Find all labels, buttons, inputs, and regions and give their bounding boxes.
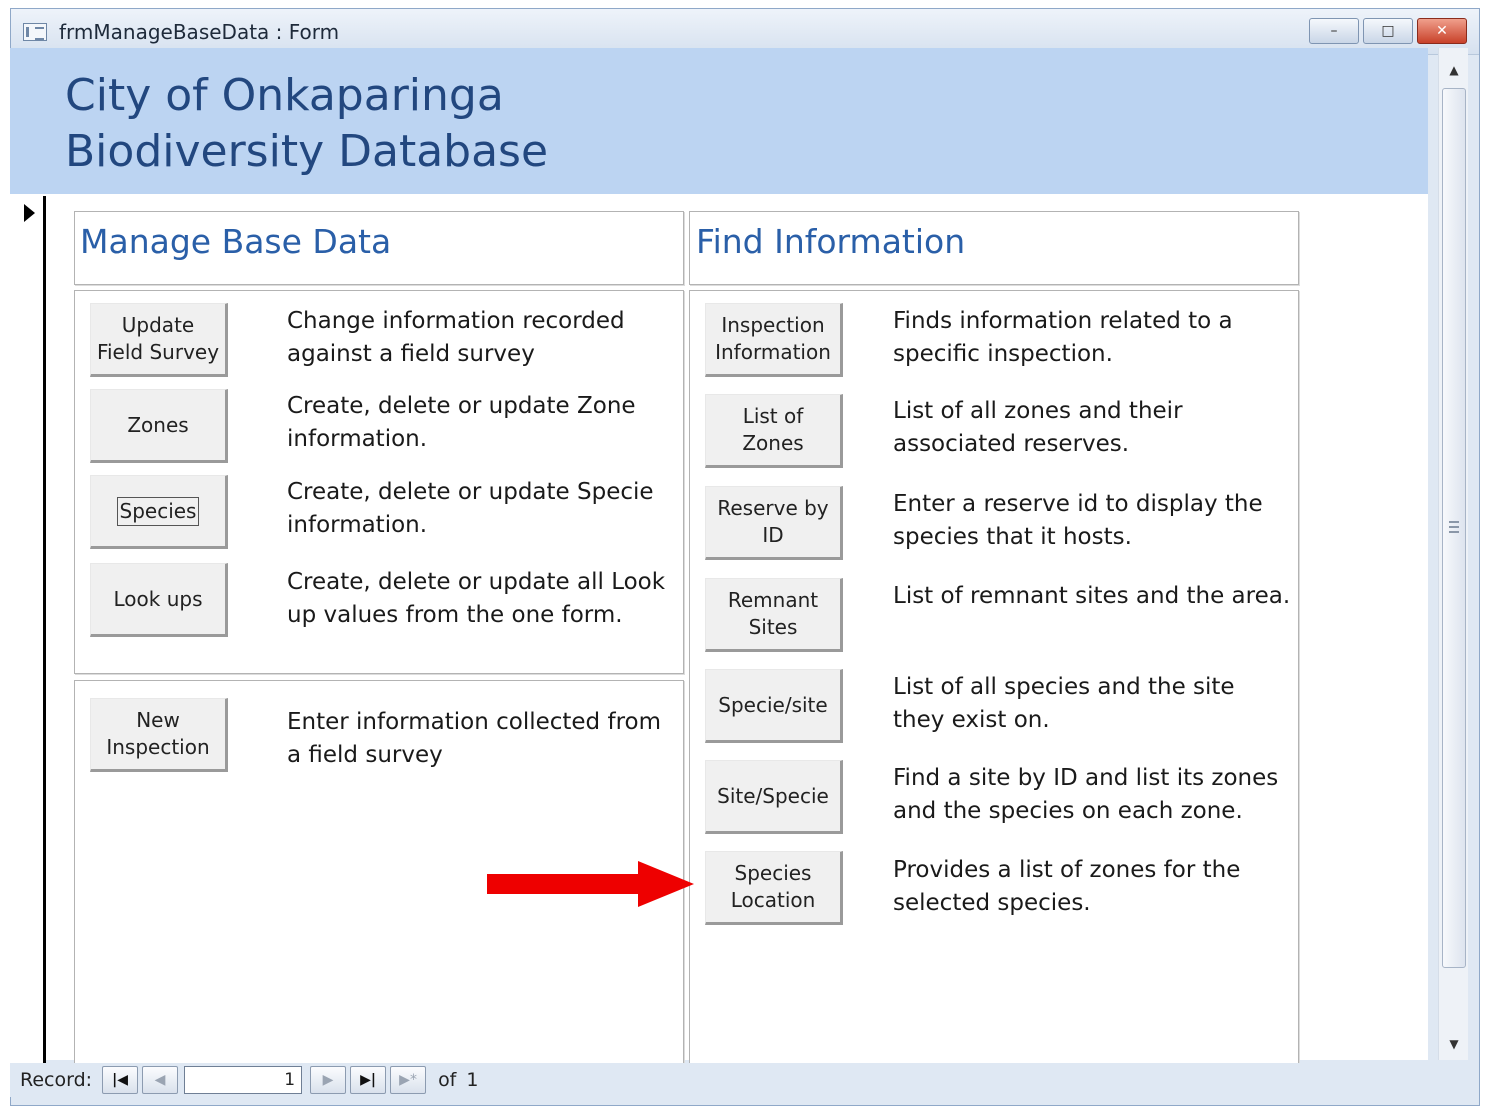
inspection-information-description: Finds information related to a specific … [893, 308, 1233, 367]
page-title-line1: City of Onkaparinga [65, 70, 504, 121]
find-section-title: Find Information [696, 222, 966, 261]
scroll-up-icon[interactable]: ▲ [1439, 56, 1469, 84]
record-selector-arrow-icon [24, 204, 35, 222]
manage-section-title: Manage Base Data [80, 222, 392, 261]
scroll-grip-icon [1449, 521, 1459, 533]
close-icon[interactable]: ✕ [1417, 18, 1467, 44]
record-label: Record: [20, 1069, 93, 1091]
remnant-sites-button[interactable]: Remnant Sites [705, 578, 843, 652]
record-selector[interactable] [10, 196, 46, 1064]
form-icon [23, 23, 47, 41]
next-record-button[interactable]: ▶ [310, 1066, 347, 1094]
maximize-icon[interactable]: □ [1363, 18, 1413, 44]
inspection-information-button[interactable]: Inspection Information [705, 303, 843, 377]
list-of-zones-button[interactable]: List of Zones [705, 394, 843, 468]
reserve-by-id-button[interactable]: Reserve by ID [705, 486, 843, 560]
window-title: frmManageBaseData : Form [59, 20, 340, 44]
species-button[interactable]: Species [90, 475, 228, 549]
find-title-panel: Find Information [689, 211, 1299, 285]
site-specie-button[interactable]: Site/Specie [705, 760, 843, 834]
species-location-description: Provides a list of zones for the selecte… [893, 857, 1241, 916]
zones-button[interactable]: Zones [90, 389, 228, 463]
specie-site-description: List of all species and the site they ex… [893, 674, 1235, 733]
record-total: 1 [466, 1069, 479, 1091]
first-record-button[interactable]: |◀ [102, 1066, 139, 1094]
annotation-arrow-head [638, 861, 694, 907]
vertical-scrollbar[interactable]: ▲ ▼ [1438, 48, 1468, 1060]
species-button-label: Species [116, 496, 200, 526]
look-ups-description: Create, delete or update all Look up val… [287, 569, 666, 628]
site-specie-description: Find a site by ID and list its zones and… [893, 765, 1279, 824]
current-record-input[interactable]: 1 [184, 1066, 303, 1094]
new-inspection-button[interactable]: New Inspection [90, 698, 228, 772]
annotation-arrow [487, 874, 645, 894]
record-of-label: of [438, 1069, 457, 1091]
form-header: City of Onkaparinga Biodiversity Databas… [10, 48, 1428, 194]
list-of-zones-description: List of all zones and their associated r… [893, 398, 1183, 457]
last-record-button[interactable]: ▶| [350, 1066, 387, 1094]
manage-title-panel: Manage Base Data [74, 211, 684, 285]
species-location-button[interactable]: Species Location [705, 851, 843, 925]
update-field-survey-button[interactable]: Update Field Survey [90, 303, 228, 377]
page-title: City of Onkaparinga Biodiversity Databas… [65, 68, 548, 180]
page-title-line2: Biodiversity Database [65, 126, 549, 177]
reserve-by-id-description: Enter a reserve id to display the specie… [893, 491, 1263, 550]
new-inspection-description: Enter information collected from a field… [287, 709, 661, 768]
previous-record-button[interactable]: ◀ [142, 1066, 179, 1094]
scroll-thumb[interactable] [1442, 88, 1466, 968]
species-description: Create, delete or update Specie informat… [287, 479, 654, 538]
scroll-down-icon[interactable]: ▼ [1439, 1030, 1469, 1058]
look-ups-button[interactable]: Look ups [90, 563, 228, 637]
zones-description: Create, delete or update Zone informatio… [287, 393, 636, 452]
form-body: City of Onkaparinga Biodiversity Databas… [10, 48, 1428, 1070]
minimize-icon[interactable]: – [1309, 18, 1359, 44]
new-record-button[interactable]: ▶* [390, 1066, 427, 1094]
record-navigation-bar: Record: |◀ ◀ 1 ▶ ▶| ▶* of 1 [10, 1063, 1468, 1097]
window-controls: – □ ✕ [1309, 18, 1467, 44]
specie-site-button[interactable]: Specie/site [705, 669, 843, 743]
update-field-survey-description: Change information recorded against a fi… [287, 308, 625, 367]
remnant-sites-description: List of remnant sites and the area. [893, 583, 1291, 609]
